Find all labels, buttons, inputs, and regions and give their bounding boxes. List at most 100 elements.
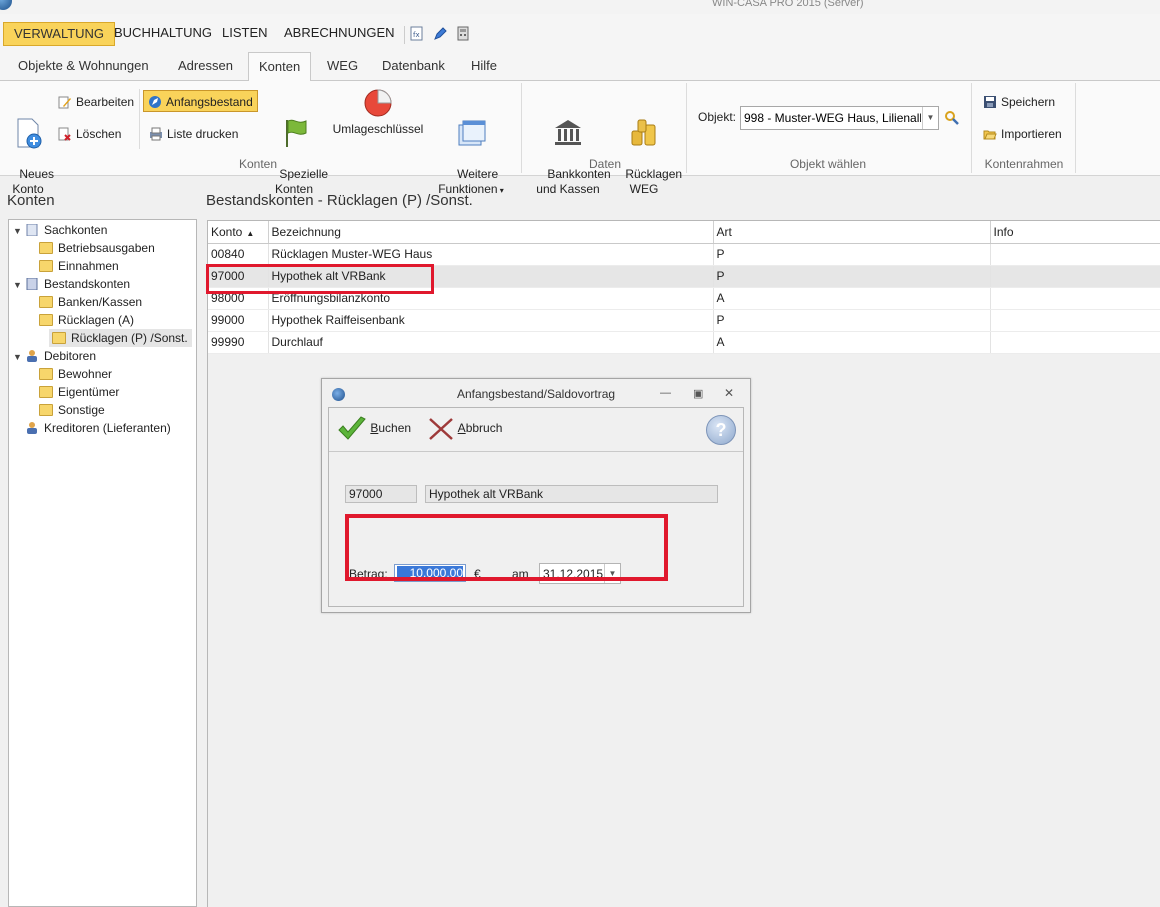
- group-label-konten: Konten: [238, 157, 278, 171]
- grid-header: Konto ▲ Bezeichnung Art Info: [208, 221, 1160, 244]
- delete-button[interactable]: Löschen: [58, 123, 121, 145]
- module-verwaltung[interactable]: VERWALTUNG: [3, 22, 116, 46]
- book-button[interactable]: Buchen: [337, 416, 411, 442]
- tree-item-bewohner[interactable]: Bewohner: [39, 365, 112, 383]
- tree-item-einnahmen[interactable]: Einnahmen: [39, 257, 119, 275]
- ribbon: Neues Konto Bearbeiten Löschen Anfangsbe…: [0, 81, 1160, 196]
- allocation-key-button[interactable]: Umlageschlüssel: [330, 87, 426, 137]
- tree-item-eigentuemer[interactable]: Eigentümer: [39, 383, 119, 401]
- column-header-bezeichnung[interactable]: Bezeichnung: [268, 221, 714, 244]
- amount-field[interactable]: [394, 564, 466, 582]
- edit-icon: [58, 96, 71, 109]
- checkmark-icon: [338, 416, 366, 440]
- table-row[interactable]: 00840 Rücklagen Muster-WEG Haus P: [208, 243, 1160, 266]
- folder-open-icon: [983, 130, 997, 140]
- chevron-down-icon[interactable]: ▼: [604, 564, 620, 583]
- collapse-icon[interactable]: ▼: [13, 348, 25, 366]
- print-list-button[interactable]: Liste drucken: [149, 123, 238, 145]
- folder-icon: [39, 386, 53, 398]
- edit-note-icon[interactable]: [433, 26, 447, 41]
- tab-adressen[interactable]: Adressen: [178, 58, 233, 73]
- restore-icon[interactable]: ▣: [693, 387, 703, 400]
- amount-input[interactable]: [397, 566, 463, 580]
- window-title: WIN-CASA PRO 2015 (Server): [712, 0, 864, 9]
- column-header-konto[interactable]: Konto ▲: [208, 221, 269, 244]
- sort-ascending-icon: ▲: [246, 228, 255, 238]
- cell-konto: 00840: [208, 243, 269, 266]
- tree-label: Rücklagen (P) /Sonst.: [71, 331, 188, 345]
- opening-balance-button[interactable]: Anfangsbestand: [143, 90, 258, 112]
- left-panel-title: Konten: [7, 192, 55, 209]
- module-listen[interactable]: LISTEN: [212, 22, 278, 46]
- tab-hilfe[interactable]: Hilfe: [471, 58, 497, 73]
- bank-accounts-button[interactable]: Bankkonten und Kassen: [534, 87, 611, 212]
- opening-balance-dialog: Anfangsbestand/Saldovortrag — ▣ ✕ Buchen…: [321, 378, 751, 613]
- dialog-title: Anfangsbestand/Saldovortrag: [456, 387, 616, 401]
- cell-art: P: [713, 265, 991, 288]
- tree-label: Sonstige: [58, 403, 105, 417]
- app-logo-icon[interactable]: [0, 0, 12, 10]
- formula-icon[interactable]: fx: [410, 26, 424, 41]
- tree-item-betriebsausgaben[interactable]: Betriebsausgaben: [39, 239, 155, 257]
- table-row[interactable]: 97000 Hypothek alt VRBank P: [208, 265, 1160, 288]
- table-row[interactable]: 99000 Hypothek Raiffeisenbank P: [208, 309, 1160, 332]
- print-list-label: Liste drucken: [167, 127, 239, 141]
- cell-bezeichnung: Rücklagen Muster-WEG Haus: [268, 243, 714, 266]
- column-header-info[interactable]: Info: [990, 221, 1160, 244]
- account-tree: ▼ Sachkonten Betriebsausgaben Einnahmen ▼…: [8, 219, 197, 907]
- coins-icon: [631, 119, 656, 146]
- opening-balance-label: Anfangsbestand: [166, 95, 253, 109]
- date-value[interactable]: 31.12.2015: [543, 567, 603, 581]
- flag-icon: [286, 119, 307, 147]
- delete-icon: [58, 127, 71, 141]
- cancel-button[interactable]: Abbruch: [427, 416, 502, 442]
- cell-bezeichnung: Hypothek alt VRBank: [268, 265, 714, 288]
- help-icon[interactable]: ?: [706, 415, 736, 445]
- tree-item-ruecklagen-p-sonst[interactable]: Rücklagen (P) /Sonst.: [49, 329, 192, 347]
- reserves-weg-button[interactable]: Rücklagen WEG: [612, 87, 682, 212]
- dropdown-arrow-icon: ▾: [497, 186, 504, 195]
- group-label-daten: Daten: [588, 157, 622, 171]
- calculator-icon[interactable]: [456, 26, 470, 41]
- save-button[interactable]: Speichern: [983, 91, 1055, 113]
- cell-konto: 97000: [208, 265, 269, 288]
- object-select[interactable]: ▼: [740, 106, 939, 130]
- tree-item-sonstige[interactable]: Sonstige: [39, 401, 105, 419]
- tree-label: Debitoren: [44, 349, 97, 363]
- collapse-icon[interactable]: ▼: [13, 276, 25, 294]
- table-row[interactable]: 99990 Durchlauf A: [208, 331, 1160, 354]
- tree-label: Betriebsausgaben: [58, 241, 155, 255]
- collapse-icon[interactable]: ▼: [13, 222, 25, 240]
- module-buchhaltung[interactable]: BUCHHALTUNG: [104, 22, 222, 46]
- ribbon-separator: [1075, 83, 1076, 173]
- tree-label: Bestandskonten: [44, 277, 131, 291]
- tree-item-bestandskonten[interactable]: ▼ Bestandskonten: [13, 275, 130, 293]
- chevron-down-icon[interactable]: ▼: [922, 107, 938, 129]
- tab-weg[interactable]: WEG: [327, 58, 358, 73]
- tree-item-sachkonten[interactable]: ▼ Sachkonten: [13, 221, 107, 239]
- folder-icon: [39, 314, 53, 326]
- object-select-input[interactable]: [741, 107, 921, 129]
- content-title: Bestandskonten - Rücklagen (P) /Sonst.: [206, 192, 473, 209]
- table-row[interactable]: 98000 Eröffnungsbilanzkonto A: [208, 287, 1160, 310]
- date-picker[interactable]: 31.12.2015 ▼: [539, 563, 621, 584]
- tree-item-kreditoren[interactable]: Kreditoren (Lieferanten): [25, 419, 171, 437]
- tab-datenbank[interactable]: Datenbank: [382, 58, 445, 73]
- cell-konto: 99990: [208, 331, 269, 354]
- edit-button[interactable]: Bearbeiten: [58, 91, 134, 113]
- tree-item-debitoren[interactable]: ▼ Debitoren: [13, 347, 96, 365]
- cell-bezeichnung: Hypothek Raiffeisenbank: [268, 309, 714, 332]
- tree-item-banken-kassen[interactable]: Banken/Kassen: [39, 293, 142, 311]
- ledger-icon: [26, 224, 38, 236]
- import-button[interactable]: Importieren: [983, 123, 1062, 145]
- close-icon[interactable]: ✕: [724, 386, 734, 400]
- tree-item-ruecklagen-a[interactable]: Rücklagen (A): [39, 311, 134, 329]
- minimize-icon[interactable]: —: [660, 387, 671, 399]
- search-icon[interactable]: [944, 110, 960, 126]
- amount-label: Betrag:: [349, 567, 388, 581]
- cell-art: P: [713, 243, 991, 266]
- column-header-art[interactable]: Art: [713, 221, 991, 244]
- tab-objekte-wohnungen[interactable]: Objekte & Wohnungen: [18, 58, 149, 73]
- module-abrechnungen[interactable]: ABRECHNUNGEN: [274, 22, 405, 46]
- tab-konten[interactable]: Konten: [248, 52, 312, 82]
